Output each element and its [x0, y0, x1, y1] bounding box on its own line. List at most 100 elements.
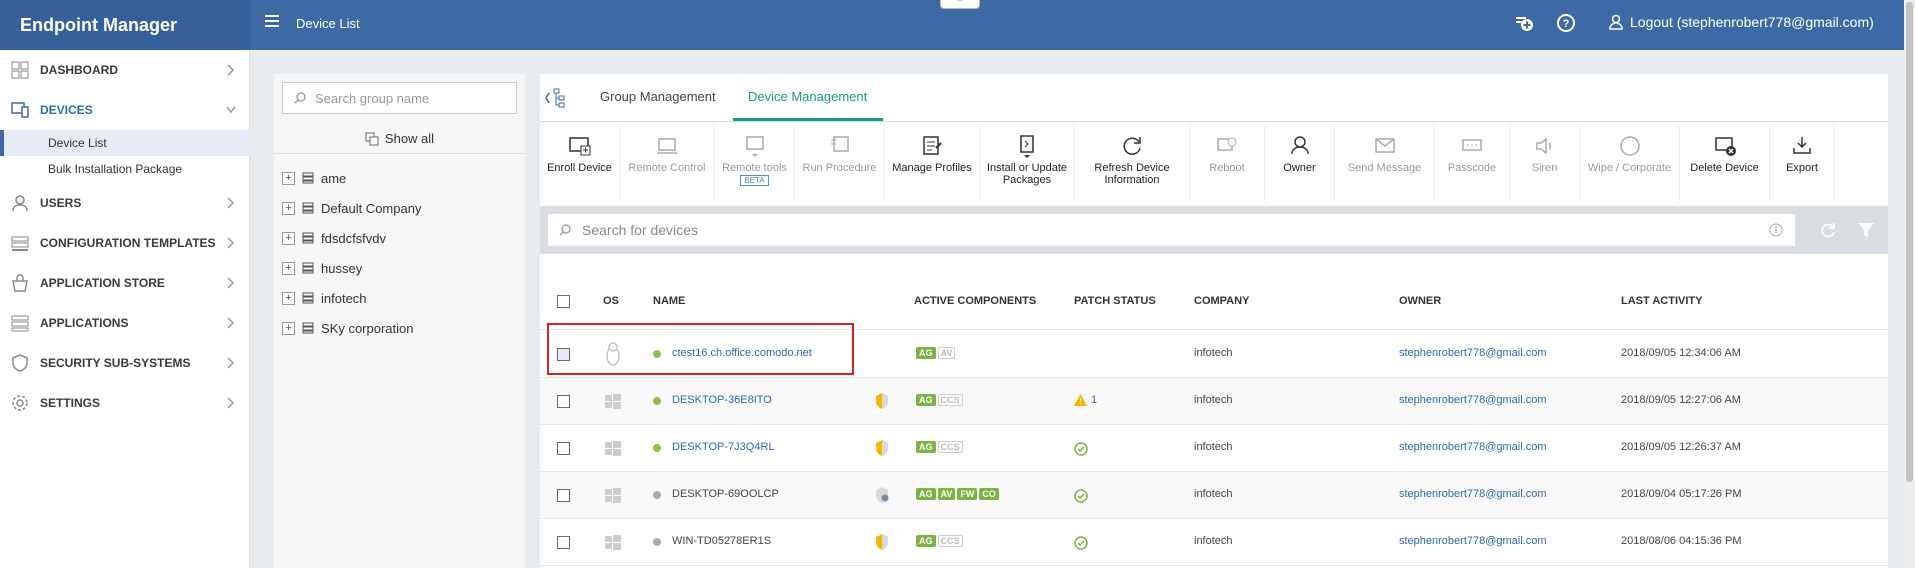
- windows-icon: [605, 394, 621, 409]
- sidebar-item-application-store[interactable]: APPLICATION STORE: [0, 263, 250, 303]
- sidebar-item-users[interactable]: USERS: [0, 183, 250, 223]
- filter-icon[interactable]: [1857, 221, 1875, 239]
- group-search-input[interactable]: Search group name: [282, 82, 517, 114]
- package-icon: [1020, 135, 1034, 158]
- wipe-corporate-button[interactable]: Wipe / Corporate: [1580, 122, 1680, 202]
- add-device-icon[interactable]: [1514, 13, 1534, 33]
- column-active-components[interactable]: ACTIVE COMPONENTS: [914, 295, 1036, 307]
- install-update-label-1: Install or Update: [986, 162, 1068, 174]
- sidebar-item-applications[interactable]: APPLICATIONS: [0, 303, 250, 343]
- speaker-icon: [1535, 137, 1551, 155]
- remote-tools-button[interactable]: Remote tools BETA: [715, 122, 795, 202]
- column-last-activity[interactable]: LAST ACTIVITY: [1621, 295, 1702, 307]
- table-row[interactable]: DESKTOP-36E8ITO AG CCS 1 infotech stephen…: [540, 378, 1888, 425]
- group-item[interactable]: + SKy corporation: [282, 313, 414, 343]
- sidebar-item-configuration-templates[interactable]: CONFIGURATION TEMPLATES: [0, 223, 250, 263]
- device-name-link[interactable]: DESKTOP-36E8ITO: [672, 394, 772, 406]
- siren-button[interactable]: Siren: [1510, 122, 1580, 202]
- group-item[interactable]: + ame: [282, 163, 346, 193]
- row-checkbox[interactable]: [557, 536, 570, 549]
- device-name[interactable]: DESKTOP-69OOLCP: [672, 488, 779, 500]
- manage-profiles-button[interactable]: Manage Profiles: [885, 122, 980, 202]
- column-company[interactable]: COMPANY: [1194, 295, 1249, 307]
- device-management-panel: Group Management Device Management Enrol…: [540, 74, 1888, 568]
- collapse-header-button[interactable]: ⌃: [940, 0, 980, 9]
- group-item[interactable]: + fdsdcfsfvdv: [282, 223, 386, 253]
- reboot-button[interactable]: Reboot: [1190, 122, 1265, 202]
- group-name: Default Company: [321, 200, 422, 216]
- device-search-input[interactable]: Search for devices: [548, 214, 1795, 246]
- server-icon: [302, 232, 314, 244]
- tab-bar: Group Management Device Management: [540, 74, 1888, 122]
- help-icon[interactable]: ?: [1556, 13, 1576, 33]
- enroll-device-button[interactable]: Enroll Device: [540, 122, 620, 202]
- show-all-button[interactable]: Show all: [274, 124, 525, 154]
- logout-link[interactable]: Logout (stephenrobert778@gmail.com): [1608, 14, 1874, 30]
- column-owner[interactable]: OWNER: [1399, 295, 1441, 307]
- send-message-button[interactable]: Send Message: [1335, 122, 1435, 202]
- row-checkbox[interactable]: [557, 489, 570, 502]
- offline-status-dot: [653, 491, 661, 499]
- row-checkbox[interactable]: [557, 442, 570, 455]
- av-badge: AV: [937, 488, 956, 500]
- select-all-checkbox[interactable]: [557, 295, 570, 308]
- owner-link[interactable]: stephenrobert778@gmail.com: [1399, 441, 1547, 453]
- chevron-down-icon: [226, 106, 236, 114]
- export-button[interactable]: Export: [1770, 122, 1835, 202]
- info-icon[interactable]: [1769, 223, 1783, 237]
- expand-icon[interactable]: +: [282, 321, 295, 335]
- tab-group-management[interactable]: Group Management: [600, 89, 716, 104]
- expand-icon[interactable]: +: [282, 231, 295, 245]
- security-shield-icon: [876, 393, 888, 409]
- owner-link[interactable]: stephenrobert778@gmail.com: [1399, 347, 1547, 359]
- menu-icon[interactable]: [265, 15, 279, 29]
- table-row[interactable]: DESKTOP-69OOLCP AG AV FW CO infotech stephe…: [540, 472, 1888, 519]
- refresh-icon: [1123, 137, 1141, 155]
- expand-icon[interactable]: +: [282, 291, 295, 305]
- delete-device-button[interactable]: Delete Device: [1680, 122, 1770, 202]
- owner-button[interactable]: Owner: [1265, 122, 1335, 202]
- install-update-packages-button[interactable]: Install or Update Packages: [980, 122, 1075, 202]
- page-scrollbar[interactable]: [1904, 0, 1915, 568]
- group-name: ame: [321, 170, 347, 186]
- expand-icon[interactable]: +: [282, 171, 295, 185]
- group-item[interactable]: + hussey: [282, 253, 362, 283]
- sidebar-item-settings[interactable]: SETTINGS: [0, 383, 250, 423]
- server-icon: [302, 172, 314, 184]
- expand-icon[interactable]: +: [282, 201, 295, 215]
- sidebar-item-security-sub-systems[interactable]: SECURITY SUB-SYSTEMS: [0, 343, 250, 383]
- column-os[interactable]: OS: [603, 295, 619, 307]
- patch-status-cell[interactable]: 1: [1074, 394, 1097, 406]
- run-procedure-button[interactable]: Run Procedure: [795, 122, 885, 202]
- check-circle-icon: [1074, 442, 1088, 456]
- table-row[interactable]: DESKTOP-7J3Q4RL AG CCS infotech stephenro…: [540, 425, 1888, 472]
- owner-link[interactable]: stephenrobert778@gmail.com: [1399, 488, 1547, 500]
- passcode-button[interactable]: Passcode: [1435, 122, 1510, 202]
- row-checkbox[interactable]: [557, 395, 570, 408]
- device-name-link[interactable]: DESKTOP-7J3Q4RL: [672, 441, 775, 453]
- expand-icon[interactable]: +: [282, 261, 295, 275]
- sidebar-item-devices[interactable]: DEVICES: [0, 90, 250, 130]
- group-item[interactable]: + Default Company: [282, 193, 421, 223]
- sidebar-subitem-bulk-installation[interactable]: Bulk Installation Package: [0, 156, 250, 182]
- group-name: SKy corporation: [321, 320, 414, 336]
- sidebar-item-dashboard[interactable]: DASHBOARD: [0, 50, 250, 90]
- message-icon: [1374, 138, 1395, 153]
- tab-device-management[interactable]: Device Management: [748, 89, 867, 104]
- sidebar-subitem-device-list[interactable]: Device List: [0, 130, 250, 156]
- owner-link[interactable]: stephenrobert778@gmail.com: [1399, 535, 1547, 547]
- column-name[interactable]: NAME: [653, 295, 685, 307]
- table-row[interactable]: WIN-TD05278ER1S AG CCS infotech stephenro…: [540, 519, 1888, 566]
- enroll-device-icon: [568, 137, 590, 156]
- export-icon: [1793, 137, 1811, 154]
- passcode-icon: [1462, 139, 1482, 151]
- device-name[interactable]: WIN-TD05278ER1S: [672, 535, 771, 547]
- collapse-tree-icon[interactable]: [544, 86, 568, 110]
- group-item[interactable]: + infotech: [282, 283, 367, 313]
- chevron-right-icon: [227, 64, 235, 76]
- column-patch-status[interactable]: PATCH STATUS: [1074, 295, 1156, 307]
- refresh-device-information-button[interactable]: Refresh Device Information: [1075, 122, 1190, 202]
- remote-control-button[interactable]: Remote Control: [620, 122, 715, 202]
- reload-icon[interactable]: [1819, 221, 1837, 239]
- owner-link[interactable]: stephenrobert778@gmail.com: [1399, 394, 1547, 406]
